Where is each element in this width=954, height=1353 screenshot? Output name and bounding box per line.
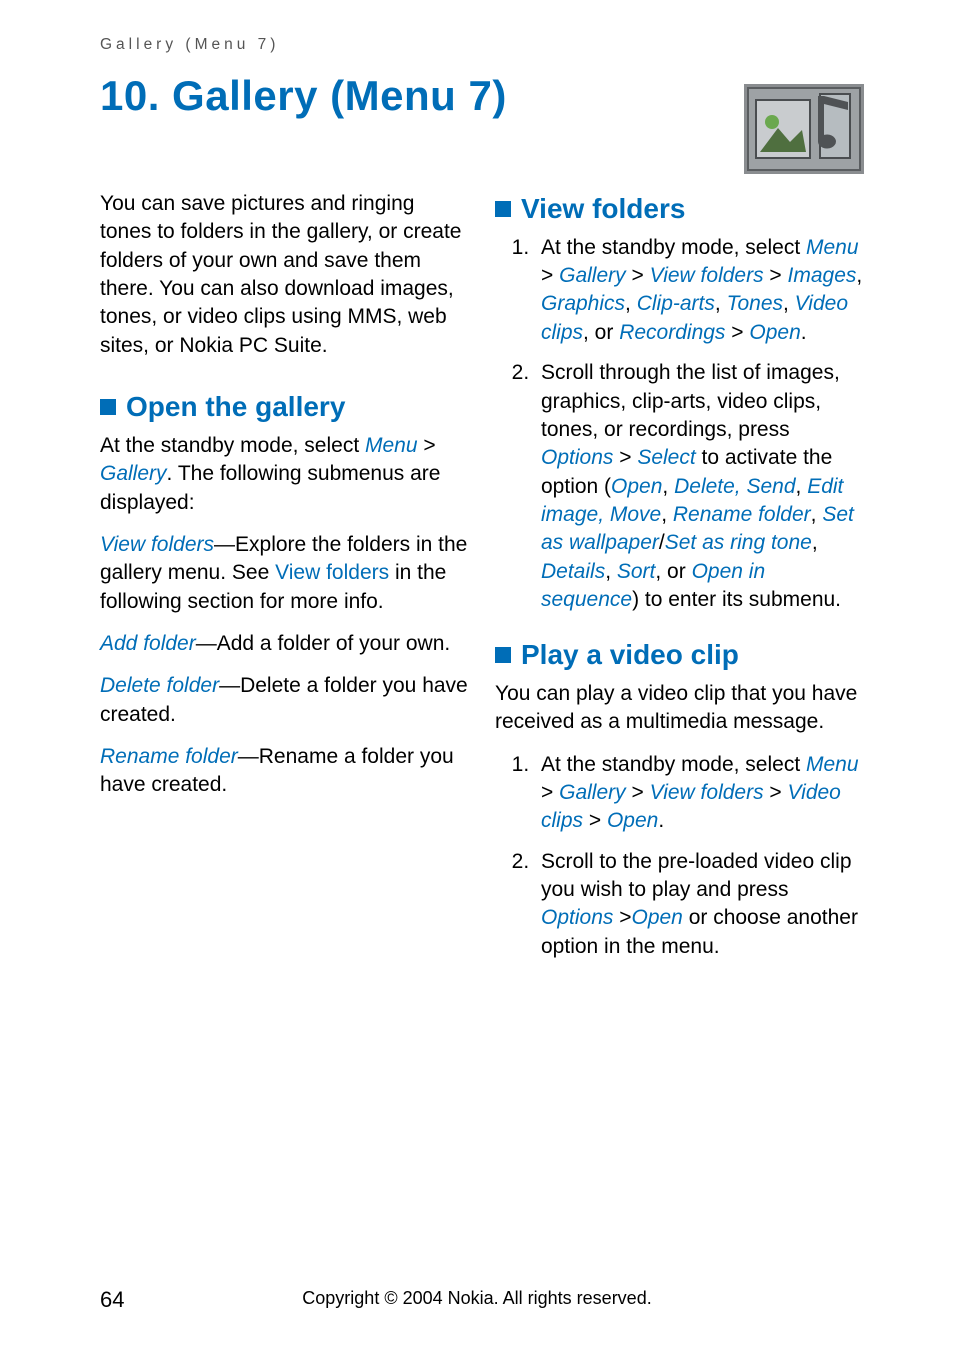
- submenu-delete-folder: Delete folder—Delete a folder you have c…: [100, 672, 469, 729]
- pv-step-1: At the standby mode, select Menu > Galle…: [535, 751, 864, 836]
- ui-add-folder: Add folder: [100, 632, 196, 655]
- section-play-video-head: Play a video clip: [495, 636, 864, 674]
- ui-recordings: Recordings: [619, 321, 725, 344]
- ui-options: Options: [541, 446, 613, 469]
- ui-clip-arts: Clip-arts: [637, 292, 715, 315]
- ui-delete-folder: Delete folder: [100, 674, 219, 697]
- submenu-view-folders: View folders—Explore the folders in the …: [100, 531, 469, 616]
- section-play-video-title: Play a video clip: [521, 636, 739, 674]
- play-video-steps: At the standby mode, select Menu > Galle…: [495, 751, 864, 961]
- ui-select: Select: [637, 446, 695, 469]
- running-header: Gallery (Menu 7): [100, 36, 864, 54]
- ui-details: Details: [541, 560, 605, 583]
- page: Gallery (Menu 7) 10. Gallery (Menu 7) Yo…: [0, 0, 954, 1353]
- ui-view-folders: View folders: [650, 264, 764, 287]
- link-view-folders[interactable]: View folders: [275, 561, 389, 584]
- ui-images: Images: [788, 264, 857, 287]
- ui-open: Open: [749, 321, 800, 344]
- ui-gallery: Gallery: [100, 462, 167, 485]
- open-gallery-p1: At the standby mode, select Menu > Galle…: [100, 432, 469, 517]
- pv-step-2: Scroll to the pre-loaded video clip you …: [535, 848, 864, 961]
- view-folders-steps: At the standby mode, select Menu > Galle…: [495, 234, 864, 614]
- play-video-intro: You can play a video clip that you have …: [495, 680, 864, 737]
- ui-gallery: Gallery: [559, 264, 626, 287]
- section-bullet-icon: [495, 201, 511, 217]
- ui-menu: Menu: [806, 753, 859, 776]
- ui-delete-send: Delete, Send: [674, 475, 795, 498]
- ui-set-as-ring-tone: Set as ring tone: [665, 531, 812, 554]
- ui-menu: Menu: [806, 236, 859, 259]
- ui-view-folders: View folders: [650, 781, 764, 804]
- section-view-folders-head: View folders: [495, 190, 864, 228]
- ui-open: Open: [607, 809, 658, 832]
- vf-step-2: Scroll through the list of images, graph…: [535, 359, 864, 614]
- section-open-gallery-title: Open the gallery: [126, 388, 345, 426]
- intro-paragraph: You can save pictures and ringing tones …: [100, 190, 469, 360]
- ui-view-folders: View folders: [100, 533, 214, 556]
- submenu-rename-folder: Rename folder—Rename a folder you have c…: [100, 743, 469, 800]
- footer-copyright: Copyright © 2004 Nokia. All rights reser…: [0, 1288, 954, 1309]
- ui-rename-folder: Rename folder: [100, 745, 238, 768]
- ui-open: Open: [631, 906, 682, 929]
- ui-options: Options: [541, 906, 613, 929]
- ui-gallery: Gallery: [559, 781, 626, 804]
- submenu-add-folder: Add folder—Add a folder of your own.: [100, 630, 469, 658]
- section-bullet-icon: [495, 647, 511, 663]
- gallery-icon: [744, 84, 864, 174]
- ui-tones: Tones: [727, 292, 783, 315]
- vf-step-1: At the standby mode, select Menu > Galle…: [535, 234, 864, 347]
- content-columns: You can save pictures and ringing tones …: [100, 190, 864, 961]
- ui-open: Open: [611, 475, 662, 498]
- section-bullet-icon: [100, 399, 116, 415]
- ui-graphics: Graphics: [541, 292, 625, 315]
- ui-menu: Menu: [365, 434, 418, 457]
- section-view-folders-title: View folders: [521, 190, 685, 228]
- ui-rename-folder: Rename folder: [673, 503, 811, 526]
- ui-sort: Sort: [617, 560, 656, 583]
- section-open-gallery-head: Open the gallery: [100, 388, 469, 426]
